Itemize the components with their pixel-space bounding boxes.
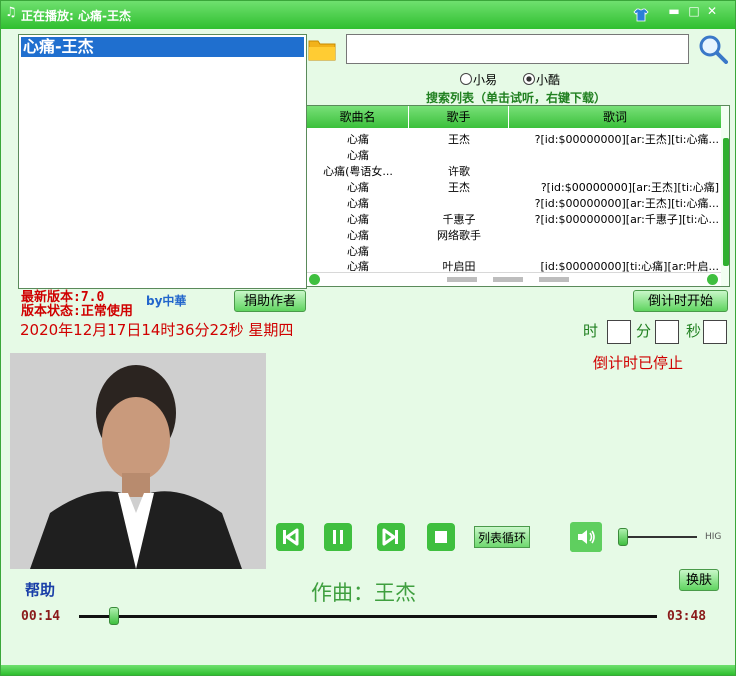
composer-info: 作曲：王杰 [311, 581, 416, 605]
lyric-cell [509, 244, 721, 260]
version-info: 最新版本:7.0 版本状态:正常使用 [21, 291, 133, 319]
artist-cell: 千惠子 [442, 213, 476, 226]
pause-icon[interactable] [324, 523, 352, 551]
search-results-table[interactable]: 歌曲名 歌手 歌词 心痛 王杰 ?[id:$00000000][ar:王杰][t… [306, 105, 730, 287]
maximize-button[interactable]: □ [685, 4, 703, 18]
source-option-label: 小易 [473, 73, 498, 87]
current-datetime: 2020年12月17日14时36分22秒 星期四 [20, 321, 294, 339]
volume-icon[interactable] [570, 522, 602, 552]
playlist-item[interactable]: 心痛-王杰 [21, 37, 304, 57]
table-header: 歌曲名 歌手 歌词 [307, 106, 721, 128]
previous-track-icon[interactable] [276, 523, 304, 551]
vertical-scrollbar-thumb[interactable] [723, 138, 729, 266]
version-status: 版本状态:正常使用 [21, 304, 133, 319]
lyric-cell: ?[id:$00000000][ar:千惠子][ti:心... [534, 213, 719, 226]
scroll-right-button[interactable] [707, 274, 718, 285]
column-header-lyric[interactable]: 歌词 [509, 106, 721, 128]
search-input[interactable] [346, 34, 689, 64]
horizontal-scrollbar-thumb[interactable] [447, 277, 477, 282]
column-header-artist[interactable]: 歌手 [409, 106, 509, 128]
second-input[interactable] [703, 320, 727, 344]
search-icon[interactable] [698, 34, 728, 64]
song-cell: 心痛 [347, 181, 369, 194]
lyric-cell [509, 148, 721, 164]
hour-label: 时 [583, 322, 599, 340]
scrollbar-grip [493, 277, 523, 282]
volume-high-label: HIG [705, 532, 722, 542]
progress-knob[interactable] [109, 607, 120, 625]
table-row[interactable]: 心痛 ?[id:$00000000][ar:王杰][ti:心痛... [307, 196, 721, 212]
table-row[interactable]: 心痛(粤语女... 许歌 [307, 164, 721, 180]
volume-slider-track[interactable] [619, 536, 697, 538]
lyric-cell: ?[id:$00000000][ar:王杰][ti:心痛] [540, 181, 719, 194]
source-option-xiaoku[interactable]: 小酷 [523, 71, 560, 88]
scroll-left-button[interactable] [309, 274, 320, 285]
artist-cell: 王杰 [448, 133, 470, 146]
folder-icon[interactable] [308, 36, 336, 62]
source-option-xiaoyi[interactable]: 小易 [460, 71, 497, 88]
artist-cell [409, 244, 509, 260]
stop-icon[interactable] [427, 523, 455, 551]
title-bar[interactable]: ♫ 正在播放: 心痛-王杰 ▬ □ ✕ [1, 1, 735, 29]
donate-button[interactable]: 捐助作者 [234, 290, 306, 312]
loop-mode-button[interactable]: 列表循环 [474, 526, 530, 548]
lyric-cell [509, 228, 721, 244]
horizontal-scrollbar[interactable] [307, 272, 721, 286]
song-cell: 心痛 [347, 197, 369, 210]
progress-track[interactable] [79, 615, 657, 618]
song-cell: 心痛 [347, 245, 369, 258]
hour-input[interactable] [607, 320, 631, 344]
countdown-status: 倒计时已停止 [593, 354, 684, 372]
table-row[interactable]: 心痛 [307, 244, 721, 260]
song-cell: 心痛 [347, 213, 369, 226]
change-skin-button[interactable]: 换肤 [679, 569, 719, 591]
artist-cell: 网络歌手 [437, 229, 481, 242]
total-time: 03:48 [667, 609, 707, 624]
artist-cell: 许歌 [448, 165, 470, 178]
table-row[interactable]: 心痛 网络歌手 [307, 228, 721, 244]
song-cell: 心痛(粤语女... [323, 165, 393, 178]
second-label: 秒 [686, 322, 702, 340]
countdown-start-button[interactable]: 倒计时开始 [633, 290, 728, 312]
source-option-label: 小酷 [536, 73, 561, 87]
next-track-icon[interactable] [377, 523, 405, 551]
song-cell: 心痛 [347, 149, 369, 162]
scrollbar-grip [539, 277, 569, 282]
help-link[interactable]: 帮助 [25, 579, 55, 600]
playlist-panel[interactable]: 心痛-王杰 [18, 34, 307, 289]
artist-photo [10, 353, 266, 569]
minute-input[interactable] [655, 320, 679, 344]
table-row[interactable]: 心痛 王杰 ?[id:$00000000][ar:王杰][ti:心痛] [307, 180, 721, 196]
search-hint: 搜索列表（单击试听，右键下载） [425, 91, 606, 105]
current-time: 00:14 [21, 609, 61, 624]
window-title: 正在播放: 心痛-王杰 [21, 9, 131, 23]
close-button[interactable]: ✕ [703, 4, 721, 18]
song-cell: 心痛 [347, 229, 369, 242]
status-bar [1, 665, 735, 675]
radio-checked-icon[interactable] [523, 73, 535, 85]
radio-icon[interactable] [460, 73, 472, 85]
minute-label: 分 [636, 322, 652, 340]
artist-cell [409, 148, 509, 164]
table-row[interactable]: 心痛 千惠子 ?[id:$00000000][ar:千惠子][ti:心... [307, 212, 721, 228]
latest-version: 最新版本:7.0 [21, 290, 105, 305]
column-header-song[interactable]: 歌曲名 [307, 106, 409, 128]
lyric-cell: ?[id:$00000000][ar:王杰][ti:心痛... [534, 133, 719, 146]
music-note-icon: ♫ [5, 5, 17, 20]
song-cell: 心痛 [347, 133, 369, 146]
author-credit: by中華 [146, 294, 187, 308]
table-row[interactable]: 心痛 [307, 148, 721, 164]
volume-slider-knob[interactable] [617, 528, 628, 546]
artist-cell [409, 196, 509, 212]
table-row[interactable]: 心痛 王杰 ?[id:$00000000][ar:王杰][ti:心痛... [307, 132, 721, 148]
player-window: ♫ 正在播放: 心痛-王杰 ▬ □ ✕ 心痛-王杰 小易 小酷 搜索列表（单击试… [0, 0, 736, 676]
lyric-cell: ?[id:$00000000][ar:王杰][ti:心痛... [534, 197, 719, 210]
artist-cell: 王杰 [448, 181, 470, 194]
skin-shirt-icon[interactable] [633, 8, 649, 22]
lyric-cell [509, 164, 721, 180]
minimize-button[interactable]: ▬ [665, 4, 683, 18]
